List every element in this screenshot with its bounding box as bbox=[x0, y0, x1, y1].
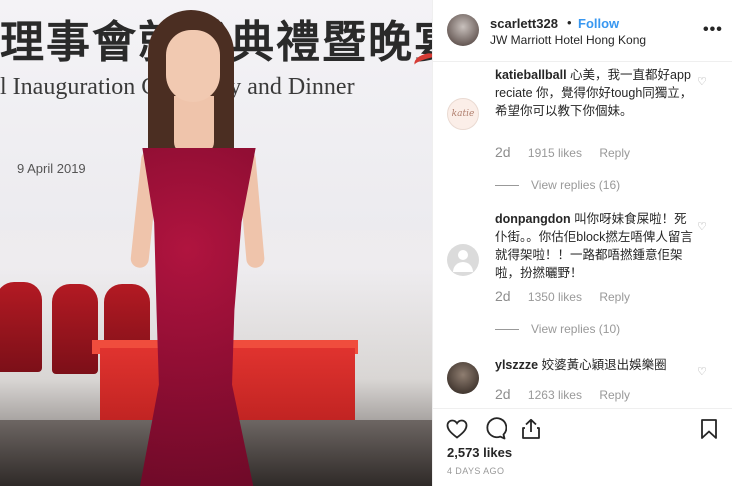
woman-face bbox=[166, 30, 220, 102]
avatar-logo-text: katie bbox=[451, 109, 475, 119]
divider-line bbox=[495, 185, 519, 187]
commenter-avatar[interactable] bbox=[447, 362, 479, 394]
post-photo[interactable]: 理事會就職典禮暨晚宴 l Inauguration Ceremony and D… bbox=[0, 0, 432, 486]
comment-meta: 2d 1263 likes Reply bbox=[495, 386, 630, 402]
reply-button[interactable]: Reply bbox=[599, 146, 630, 160]
separator-dot: • bbox=[567, 15, 572, 30]
post-header: scarlett328 • Follow JW Marriott Hotel H… bbox=[433, 0, 732, 62]
chair bbox=[0, 282, 42, 372]
comment-age: 2d bbox=[495, 144, 511, 160]
divider-line bbox=[495, 329, 519, 331]
small-heart-icon[interactable]: ♡ bbox=[697, 221, 709, 233]
commenter-avatar[interactable]: katie bbox=[447, 98, 479, 130]
bookmark-icon[interactable] bbox=[697, 417, 721, 441]
view-replies-button[interactable]: View replies (10) bbox=[495, 322, 620, 336]
comment-username[interactable]: katieballball bbox=[495, 68, 567, 82]
woman-shoulders bbox=[174, 96, 214, 154]
more-options-icon[interactable]: ••• bbox=[703, 21, 723, 39]
comment-text: ylszzze 姣婆黃心穎退出娛樂圈 bbox=[495, 356, 695, 374]
comment-age: 2d bbox=[495, 386, 511, 402]
comment-likes[interactable]: 1263 likes bbox=[528, 388, 582, 402]
action-bar bbox=[433, 408, 732, 446]
owner-username[interactable]: scarlett328 bbox=[490, 16, 558, 31]
heart-icon[interactable] bbox=[445, 417, 469, 441]
small-heart-icon[interactable]: ♡ bbox=[697, 366, 709, 378]
comment-body: 姣婆黃心穎退出娛樂圈 bbox=[541, 358, 667, 372]
comment-username[interactable]: ylszzze bbox=[495, 358, 538, 372]
reply-button[interactable]: Reply bbox=[599, 290, 630, 304]
comment-username[interactable]: donpangdon bbox=[495, 212, 571, 226]
view-replies-button[interactable]: View replies (16) bbox=[495, 178, 620, 192]
commenter-avatar[interactable] bbox=[447, 244, 479, 276]
banner-date: 9 April 2019 bbox=[17, 161, 86, 176]
post-timestamp: 4 DAYS AGO bbox=[447, 466, 505, 476]
share-icon[interactable] bbox=[519, 417, 543, 441]
owner-avatar[interactable] bbox=[447, 14, 479, 46]
comment-text: donpangdon 叫你呀妹食屎啦！死仆街。。你估佢block撚左唔俾人留言就… bbox=[495, 210, 695, 282]
follow-button[interactable]: Follow bbox=[578, 16, 619, 31]
chair bbox=[52, 284, 98, 374]
view-replies-label: View replies (10) bbox=[531, 322, 621, 336]
reply-button[interactable]: Reply bbox=[599, 388, 630, 402]
comment-likes[interactable]: 1350 likes bbox=[528, 290, 582, 304]
post-sidebar: scarlett328 • Follow JW Marriott Hotel H… bbox=[432, 0, 732, 486]
comment-meta: 2d 1350 likes Reply bbox=[495, 288, 630, 304]
comment-bubble-icon[interactable] bbox=[483, 417, 508, 441]
view-replies-label: View replies (16) bbox=[531, 178, 621, 192]
post-location[interactable]: JW Marriott Hotel Hong Kong bbox=[490, 33, 646, 47]
comment-meta: 2d 1915 likes Reply bbox=[495, 144, 630, 160]
small-heart-icon[interactable]: ♡ bbox=[697, 76, 709, 88]
comment-likes[interactable]: 1915 likes bbox=[528, 146, 582, 160]
comment-text: katieballball 心美，我一直都好appreciate 你，覺得你好t… bbox=[495, 66, 695, 120]
red-lace-dress bbox=[140, 148, 256, 486]
comment-age: 2d bbox=[495, 288, 511, 304]
post-likes-count[interactable]: 2,573 likes bbox=[447, 445, 512, 460]
